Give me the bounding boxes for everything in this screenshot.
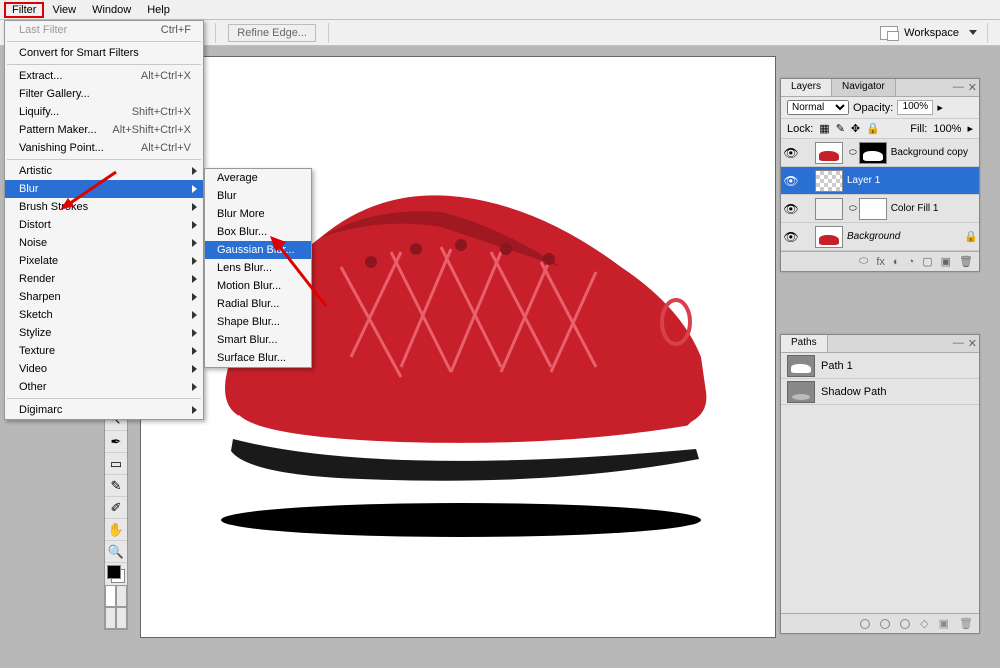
menu-filter-gallery[interactable]: Filter Gallery... bbox=[5, 85, 203, 103]
annotation-arrow-1 bbox=[60, 162, 130, 212]
tool-eyedropper[interactable]: ✐ bbox=[105, 497, 127, 519]
lock-position-icon[interactable]: ✥ bbox=[851, 122, 860, 135]
minimize-icon[interactable]: — bbox=[953, 337, 964, 350]
opacity-label: Opacity: bbox=[853, 102, 893, 114]
shadow-shape bbox=[221, 503, 701, 537]
menu-noise[interactable]: Noise bbox=[5, 234, 203, 252]
color-swatches[interactable] bbox=[105, 563, 127, 585]
menu-sketch[interactable]: Sketch bbox=[5, 306, 203, 324]
chevron-down-icon[interactable] bbox=[969, 30, 977, 35]
close-icon[interactable]: ✕ bbox=[968, 337, 977, 350]
path-row[interactable]: Path 1 bbox=[781, 353, 979, 379]
minimize-icon[interactable]: — bbox=[953, 81, 964, 94]
menu-bar: Filter View Window Help bbox=[0, 0, 1000, 20]
layer-row[interactable]: 👁⬭Background copy bbox=[781, 139, 979, 167]
submenu-blur-more[interactable]: Blur More bbox=[205, 205, 311, 223]
layer-style-icon[interactable]: fx bbox=[876, 256, 885, 268]
lock-icon: 🔒 bbox=[963, 230, 979, 243]
tool-zoom[interactable]: 🔍 bbox=[105, 541, 127, 563]
tool-shape[interactable]: ▭ bbox=[105, 453, 127, 475]
filter-menu-dropdown: Last FilterCtrl+F Convert for Smart Filt… bbox=[4, 20, 204, 420]
menu-digimarc[interactable]: Digimarc bbox=[5, 401, 203, 419]
tab-layers[interactable]: Layers bbox=[781, 79, 832, 96]
layer-row[interactable]: 👁⬭Color Fill 1 bbox=[781, 195, 979, 223]
workspace-label[interactable]: Workspace bbox=[904, 27, 959, 39]
opacity-field[interactable]: 100% bbox=[897, 100, 933, 115]
tool-hand[interactable]: ✋ bbox=[105, 519, 127, 541]
menu-other[interactable]: Other bbox=[5, 378, 203, 396]
menu-vanishing-point[interactable]: Vanishing Point...Alt+Ctrl+V bbox=[5, 139, 203, 157]
lock-pixels-icon[interactable]: ✎ bbox=[836, 122, 845, 135]
path-row[interactable]: Shadow Path bbox=[781, 379, 979, 405]
path-to-selection-icon[interactable] bbox=[900, 619, 910, 629]
layer-row[interactable]: 👁Layer 1 bbox=[781, 167, 979, 195]
menu-liquify[interactable]: Liquify...Shift+Ctrl+X bbox=[5, 103, 203, 121]
visibility-icon[interactable]: 👁 bbox=[781, 230, 801, 244]
menu-last-filter[interactable]: Last FilterCtrl+F bbox=[5, 21, 203, 39]
toolbox: T ↖ ✒ ▭ ✎ ✐ ✋ 🔍 bbox=[104, 386, 128, 630]
chevron-right-icon[interactable]: ▸ bbox=[937, 101, 943, 114]
submenu-average[interactable]: Average bbox=[205, 169, 311, 187]
submenu-blur[interactable]: Blur bbox=[205, 187, 311, 205]
layers-footer: ⬭ fx ◐ ◔ ▢ ▣ 🗑 bbox=[781, 251, 979, 271]
blend-mode-select[interactable]: Normal bbox=[787, 100, 849, 115]
submenu-smart-blur[interactable]: Smart Blur... bbox=[205, 331, 311, 349]
paths-footer: ◇ ▣ 🗑 bbox=[781, 613, 979, 633]
new-layer-icon[interactable]: ▣ bbox=[941, 255, 951, 268]
visibility-icon[interactable]: 👁 bbox=[781, 146, 801, 160]
menu-window[interactable]: Window bbox=[84, 2, 139, 18]
paths-panel: Paths — ✕ Path 1Shadow Path ◇ ▣ 🗑 bbox=[780, 334, 980, 634]
make-work-path-icon[interactable]: ◇ bbox=[920, 617, 928, 630]
close-icon[interactable]: ✕ bbox=[968, 81, 977, 94]
lock-label: Lock: bbox=[787, 123, 813, 135]
delete-layer-icon[interactable]: 🗑 bbox=[959, 255, 973, 268]
layer-mask-icon[interactable]: ◐ bbox=[893, 256, 900, 268]
menu-stylize[interactable]: Stylize bbox=[5, 324, 203, 342]
lock-all-icon[interactable]: 🔒 bbox=[866, 122, 880, 135]
workspace-icon bbox=[880, 26, 898, 40]
layers-panel: Layers Navigator — ✕ Normal Opacity: 100%… bbox=[780, 78, 980, 272]
menu-filter[interactable]: Filter bbox=[4, 2, 44, 18]
menu-sharpen[interactable]: Sharpen bbox=[5, 288, 203, 306]
submenu-surface-blur[interactable]: Surface Blur... bbox=[205, 349, 311, 367]
annotation-arrow-2 bbox=[268, 234, 338, 314]
submenu-shape-blur[interactable]: Shape Blur... bbox=[205, 313, 311, 331]
screen-mode-toggle[interactable] bbox=[105, 607, 127, 629]
delete-path-icon[interactable]: 🗑 bbox=[959, 617, 973, 630]
fill-label: Fill: bbox=[910, 123, 927, 135]
layer-group-icon[interactable]: ▢ bbox=[922, 255, 932, 268]
tool-notes[interactable]: ✎ bbox=[105, 475, 127, 497]
menu-view[interactable]: View bbox=[44, 2, 84, 18]
fill-path-icon[interactable] bbox=[860, 619, 870, 629]
tool-pen[interactable]: ✒ bbox=[105, 431, 127, 453]
menu-video[interactable]: Video bbox=[5, 360, 203, 378]
menu-convert-smart[interactable]: Convert for Smart Filters bbox=[5, 44, 203, 62]
fill-field[interactable]: 100% bbox=[933, 123, 961, 135]
menu-texture[interactable]: Texture bbox=[5, 342, 203, 360]
chevron-right-icon[interactable]: ▸ bbox=[967, 122, 973, 135]
refine-edge-button[interactable]: Refine Edge... bbox=[228, 24, 316, 42]
layer-row[interactable]: 👁Background🔒 bbox=[781, 223, 979, 251]
menu-pattern-maker[interactable]: Pattern Maker...Alt+Shift+Ctrl+X bbox=[5, 121, 203, 139]
menu-render[interactable]: Render bbox=[5, 270, 203, 288]
link-layers-icon[interactable]: ⬭ bbox=[859, 255, 868, 268]
visibility-icon[interactable]: 👁 bbox=[781, 202, 801, 216]
visibility-icon[interactable]: 👁 bbox=[781, 174, 801, 188]
quick-mask-toggle[interactable] bbox=[105, 585, 127, 607]
menu-pixelate[interactable]: Pixelate bbox=[5, 252, 203, 270]
adjustment-layer-icon[interactable]: ◔ bbox=[908, 256, 915, 268]
new-path-icon[interactable]: ▣ bbox=[939, 617, 949, 630]
menu-help[interactable]: Help bbox=[139, 2, 178, 18]
tab-paths[interactable]: Paths bbox=[781, 335, 828, 352]
lock-transparency-icon[interactable]: ▦ bbox=[819, 122, 829, 135]
stroke-path-icon[interactable] bbox=[880, 619, 890, 629]
tab-navigator[interactable]: Navigator bbox=[832, 79, 896, 96]
menu-extract[interactable]: Extract...Alt+Ctrl+X bbox=[5, 67, 203, 85]
menu-distort[interactable]: Distort bbox=[5, 216, 203, 234]
